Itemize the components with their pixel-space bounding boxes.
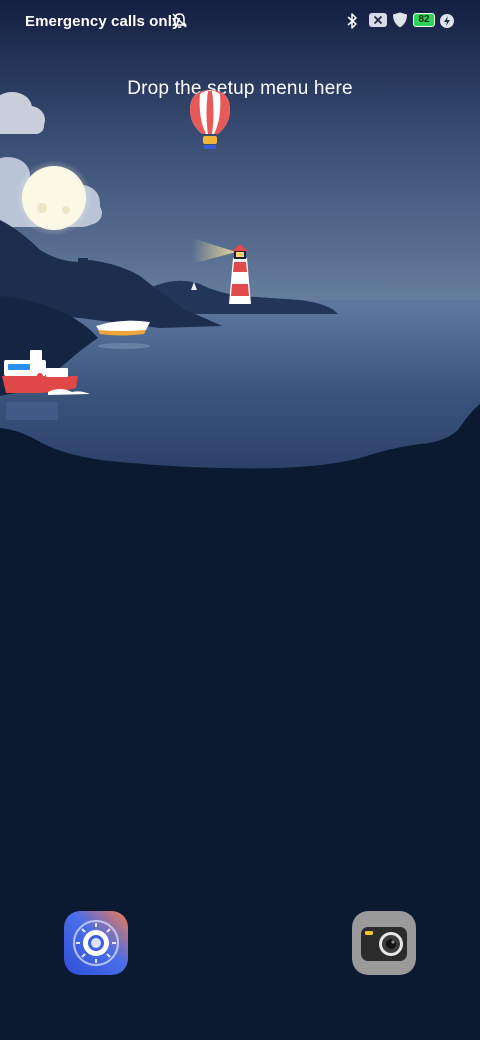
camera-icon (352, 911, 416, 975)
wallpaper (0, 0, 480, 1040)
camera-app-icon[interactable] (352, 911, 416, 975)
no-sim-icon (368, 12, 388, 33)
moon (22, 166, 86, 230)
bluetooth-icon (345, 12, 359, 35)
bell-off-icon (171, 12, 188, 34)
status-bar: Emergency calls only 82 (0, 0, 480, 44)
carrier-label: Emergency calls only (25, 13, 181, 30)
settings-icon (64, 911, 128, 975)
hot-air-balloon (190, 90, 230, 149)
battery-icon: 82 (413, 13, 435, 27)
setup-drop-hint: Drop the setup menu here (127, 78, 353, 99)
charging-icon (439, 13, 455, 34)
settings-app-icon[interactable] (64, 911, 128, 975)
shield-icon (391, 11, 409, 34)
